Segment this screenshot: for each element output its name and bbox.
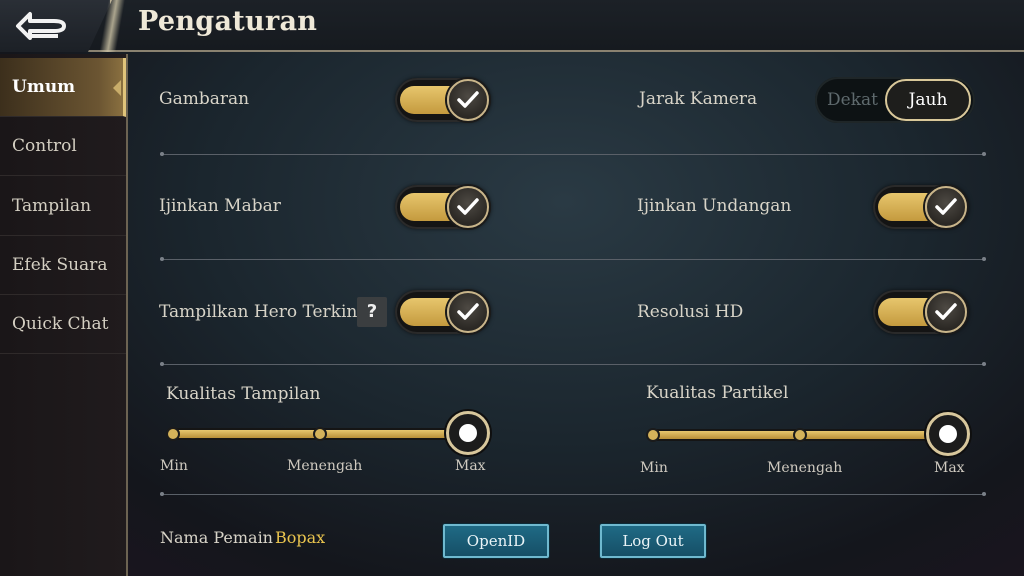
checkmark-icon bbox=[457, 303, 479, 320]
slider-stop-min[interactable] bbox=[166, 427, 180, 441]
jarak-kamera-selector[interactable]: Dekat Jauh bbox=[815, 77, 975, 123]
tick-max: Max bbox=[934, 460, 965, 476]
ijinkan-undangan-label: Ijinkan Undangan bbox=[637, 196, 792, 216]
tick-menengah: Menengah bbox=[287, 458, 363, 474]
tick-min: Min bbox=[640, 460, 668, 476]
page-title: Pengaturan bbox=[138, 6, 318, 37]
slider-stop-min[interactable] bbox=[646, 428, 660, 442]
back-arrow-icon bbox=[16, 12, 66, 40]
slider-stop-menengah[interactable] bbox=[313, 427, 327, 441]
openid-button[interactable]: OpenID bbox=[443, 524, 549, 558]
logout-button[interactable]: Log Out bbox=[600, 524, 706, 558]
divider bbox=[160, 152, 986, 156]
kualitas-partikel-knob[interactable] bbox=[926, 412, 970, 456]
kualitas-partikel-label: Kualitas Partikel bbox=[646, 383, 789, 403]
header-accent bbox=[92, 0, 138, 52]
option-jauh[interactable]: Jauh bbox=[885, 79, 971, 121]
help-icon[interactable]: ? bbox=[357, 297, 387, 327]
tampilkan-hero-toggle[interactable] bbox=[395, 290, 491, 334]
slider-stop-menengah[interactable] bbox=[793, 428, 807, 442]
kualitas-tampilan-knob[interactable] bbox=[446, 411, 490, 455]
resolusi-hd-label: Resolusi HD bbox=[637, 302, 744, 322]
checkmark-icon bbox=[457, 198, 479, 215]
toggle-knob bbox=[925, 186, 967, 228]
divider bbox=[160, 362, 986, 366]
tampilkan-hero-label: Tampilkan Hero Terkini bbox=[159, 302, 363, 322]
divider bbox=[160, 492, 986, 496]
tick-max: Max bbox=[455, 458, 486, 474]
option-dekat[interactable]: Dekat bbox=[827, 77, 878, 123]
player-name-value: Bopax bbox=[275, 528, 326, 547]
kualitas-tampilan-label: Kualitas Tampilan bbox=[166, 384, 321, 404]
sidebar: Umum Control Tampilan Efek Suara Quick C… bbox=[0, 54, 128, 576]
checkmark-icon bbox=[457, 91, 479, 108]
sidebar-item-efek-suara[interactable]: Efek Suara bbox=[0, 236, 126, 295]
ijinkan-mabar-label: Ijinkan Mabar bbox=[159, 196, 281, 216]
tick-min: Min bbox=[160, 458, 188, 474]
sidebar-item-control[interactable]: Control bbox=[0, 117, 126, 176]
toggle-knob bbox=[925, 291, 967, 333]
checkmark-icon bbox=[935, 303, 957, 320]
divider bbox=[160, 257, 986, 261]
tick-menengah: Menengah bbox=[767, 460, 843, 476]
toggle-knob bbox=[447, 79, 489, 121]
toggle-knob bbox=[447, 291, 489, 333]
player-name-label: Nama Pemain bbox=[160, 528, 273, 547]
sidebar-item-quick-chat[interactable]: Quick Chat bbox=[0, 295, 126, 354]
ijinkan-mabar-toggle[interactable] bbox=[395, 185, 491, 229]
resolusi-hd-toggle[interactable] bbox=[873, 290, 969, 334]
ijinkan-undangan-toggle[interactable] bbox=[873, 185, 969, 229]
checkmark-icon bbox=[935, 198, 957, 215]
sidebar-item-umum[interactable]: Umum bbox=[0, 58, 126, 117]
gambaran-label: Gambaran bbox=[159, 89, 250, 109]
jarak-kamera-label: Jarak Kamera bbox=[639, 89, 758, 109]
toggle-knob bbox=[447, 186, 489, 228]
gambaran-toggle[interactable] bbox=[395, 78, 491, 122]
header-bar: Pengaturan bbox=[0, 0, 1024, 52]
sidebar-item-tampilan[interactable]: Tampilan bbox=[0, 177, 126, 236]
